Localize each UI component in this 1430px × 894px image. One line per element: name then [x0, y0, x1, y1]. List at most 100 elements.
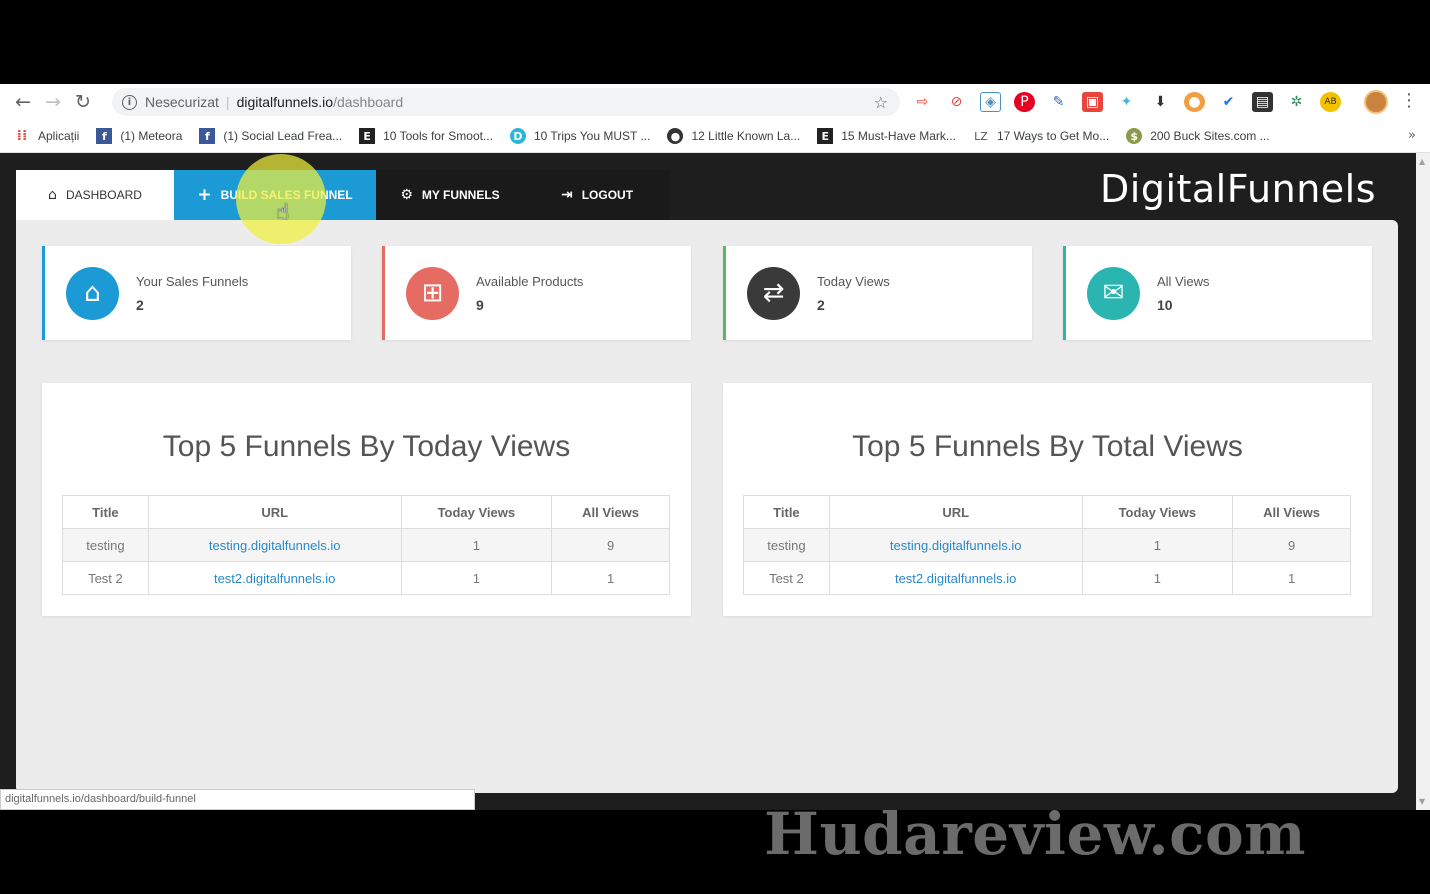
extension-bird-icon[interactable]: ✦	[1116, 92, 1137, 112]
extension-dark-box-icon[interactable]: ▤	[1252, 92, 1273, 112]
extension-red-box-icon[interactable]: ▣	[1082, 92, 1103, 112]
browser-toolbar: ← → ↻ i Nesecurizat | digitalfunnels.io …	[0, 84, 1430, 120]
profile-avatar[interactable]	[1364, 90, 1388, 114]
link-status-bar: digitalfunnels.io/dashboard/build-funnel	[0, 789, 475, 810]
extension-yellow-icon[interactable]: AB	[1320, 92, 1341, 112]
reload-icon[interactable]: ↻	[68, 87, 98, 117]
table-row: testing testing.digitalfunnels.io 1 9	[743, 528, 1351, 562]
extension-arrow-icon[interactable]: ⇨	[912, 92, 933, 112]
tab-my-funnels[interactable]: ⚙ My Funnels	[376, 170, 524, 220]
bookmark-item[interactable]: D 10 Trips You MUST ...	[509, 128, 651, 144]
security-label: Nesecurizat	[145, 94, 219, 110]
stat-label: Available Products	[476, 273, 584, 289]
bookmark-star-icon[interactable]: ☆	[874, 93, 888, 112]
letter-d-icon: D	[509, 128, 526, 144]
extension-compass-icon[interactable]: ⊘	[946, 92, 967, 112]
stat-value: 2	[817, 296, 825, 313]
extension-pen-icon[interactable]: ✎	[1048, 92, 1069, 112]
gift-icon: ⊞	[406, 266, 459, 320]
funnels-table: Title URL Today Views All Views testing …	[743, 495, 1351, 595]
funnel-url-cell: testing.digitalfunnels.io	[147, 528, 402, 562]
funnel-url-link[interactable]: test2.digitalfunnels.io	[214, 571, 335, 586]
home-icon: ⌂	[66, 266, 119, 320]
column-header: URL	[828, 495, 1083, 529]
all-views-cell: 1	[1232, 561, 1351, 595]
stat-value: 10	[1157, 296, 1173, 313]
extension-badge-icon[interactable]: ◈	[980, 92, 1001, 112]
apps-grid-icon: ⁞⁞	[16, 128, 28, 144]
funnel-url-link[interactable]: testing.digitalfunnels.io	[890, 538, 1022, 553]
stat-value: 2	[136, 296, 144, 313]
stat-card-all-views: ✉ All Views 10	[1063, 246, 1372, 340]
table-header-row: Title URL Today Views All Views	[743, 495, 1351, 529]
browser-window: ← → ↻ i Nesecurizat | digitalfunnels.io …	[0, 84, 1430, 810]
envelope-icon: ✉	[1087, 266, 1140, 320]
table-title: Top 5 Funnels By Total Views	[852, 430, 1243, 463]
pinterest-icon[interactable]: P	[1014, 92, 1035, 112]
extension-check-icon[interactable]: ✔	[1218, 92, 1239, 112]
letter-e-icon: E	[359, 128, 376, 144]
bookmark-item[interactable]: $ 200 Buck Sites.com ...	[1126, 128, 1270, 144]
forward-arrow-icon[interactable]: →	[38, 87, 68, 117]
bookmark-item[interactable]: f (1) Social Lead Frea...	[199, 128, 342, 144]
main-nav: ⌂ Dashboard + Build Sales Funnel ⚙ My Fu…	[16, 170, 670, 220]
bookmark-label: 12 Little Known La...	[691, 129, 801, 143]
table-row: Test 2 test2.digitalfunnels.io 1 1	[743, 561, 1351, 595]
bookmark-item[interactable]: E 15 Must-Have Mark...	[817, 128, 956, 144]
facebook-icon: f	[96, 128, 113, 144]
scroll-up-icon[interactable]: ▲	[1419, 157, 1425, 166]
download-icon[interactable]: ⬇	[1150, 92, 1171, 112]
column-header: Today Views	[400, 495, 553, 529]
scroll-down-icon[interactable]: ▼	[1419, 797, 1425, 806]
funnel-title-cell: Test 2	[62, 561, 149, 595]
funnel-title-cell: Test 2	[743, 561, 830, 595]
tab-dashboard[interactable]: ⌂ Dashboard	[16, 170, 174, 220]
tab-logout[interactable]: ⇥ Logout	[524, 170, 670, 220]
browser-menu-icon[interactable]: ⋮	[1400, 90, 1418, 114]
bookmark-item[interactable]: E 10 Tools for Smoot...	[359, 128, 493, 144]
bookmark-item[interactable]: f (1) Meteora	[96, 128, 182, 144]
tab-label: My Funnels	[421, 188, 500, 202]
back-arrow-icon[interactable]: ←	[8, 87, 38, 117]
funnel-url-link[interactable]: testing.digitalfunnels.io	[209, 538, 341, 553]
bookmark-item[interactable]: LZ 17 Ways to Get Mo...	[973, 128, 1109, 144]
bookmark-label: 10 Tools for Smoot...	[383, 129, 493, 143]
funnel-title-cell: testing	[62, 528, 149, 562]
page-scrollbar[interactable]: ▲ ▼	[1416, 153, 1430, 810]
funnels-table: Title URL Today Views All Views testing …	[62, 495, 670, 595]
extension-orange-circle-icon[interactable]: ●	[1184, 92, 1205, 112]
lz-icon: LZ	[974, 129, 988, 143]
table-row: testing testing.digitalfunnels.io 1 9	[62, 528, 670, 562]
buck-icon: $	[1126, 128, 1143, 144]
info-icon[interactable]: i	[122, 94, 137, 110]
funnel-url-cell: test2.digitalfunnels.io	[147, 561, 402, 595]
today-views-cell: 1	[1081, 528, 1234, 562]
stat-label: All Views	[1157, 273, 1210, 289]
letter-e-icon: E	[817, 128, 834, 144]
bookmark-label: (1) Social Lead Frea...	[223, 129, 343, 143]
funnel-url-link[interactable]: test2.digitalfunnels.io	[895, 571, 1016, 586]
bookmark-label: 10 Trips You MUST ...	[533, 129, 651, 143]
stat-label: Your Sales Funnels	[136, 273, 249, 289]
column-header: Title	[62, 495, 149, 529]
address-separator: |	[225, 94, 230, 110]
address-bar[interactable]: i Nesecurizat | digitalfunnels.io /dashb…	[112, 88, 900, 116]
extension-puzzle-icon[interactable]: ✲	[1286, 92, 1307, 112]
bookmarks-overflow-icon[interactable]: »	[1408, 128, 1416, 143]
url-path: /dashboard	[333, 94, 404, 110]
all-views-cell: 9	[551, 528, 670, 562]
funnel-title-cell: testing	[743, 528, 830, 562]
column-header: Today Views	[1081, 495, 1234, 529]
stat-card-sales-funnels: ⌂ Your Sales Funnels 2	[42, 246, 351, 340]
tab-label: Dashboard	[65, 188, 142, 202]
extensions-bar: ⇨ ⊘ ◈ P ✎ ▣ ✦ ⬇ ● ✔ ▤ ✲ AB	[912, 92, 1341, 112]
bookmark-item[interactable]: ● 12 Little Known La...	[667, 128, 800, 144]
column-header: All Views	[551, 495, 670, 529]
bookmark-item[interactable]: ⁞⁞ Aplicații	[14, 128, 80, 144]
hand-cursor-icon: ☝	[276, 200, 290, 225]
top-funnels-today-card: Top 5 Funnels By Today Views Title URL T…	[42, 383, 691, 616]
today-views-cell: 1	[1081, 561, 1234, 595]
bookmarks-bar: ⁞⁞ Aplicații f (1) Meteora f (1) Social …	[0, 120, 1430, 153]
column-header: All Views	[1232, 495, 1351, 529]
all-views-cell: 9	[1232, 528, 1351, 562]
